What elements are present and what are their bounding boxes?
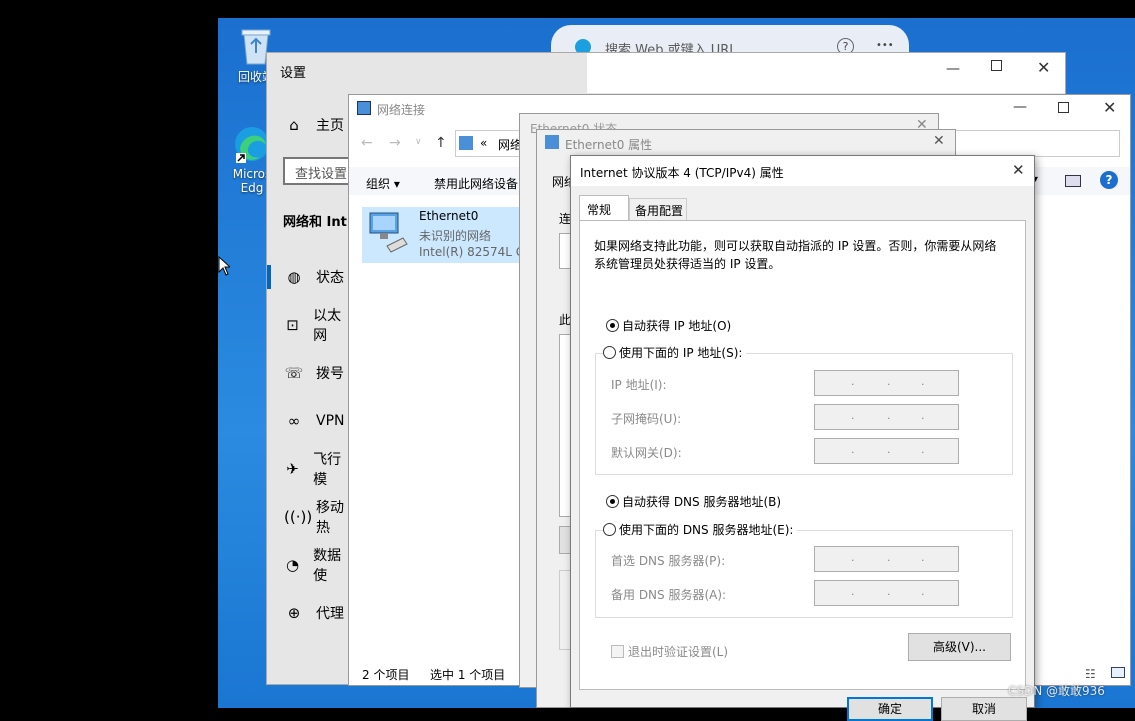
- radio-manual-ip[interactable]: 使用下面的 IP 地址(S):: [603, 344, 747, 361]
- tab-alternate[interactable]: 备用配置: [629, 198, 687, 221]
- ip-address-label: IP 地址(I):: [611, 378, 667, 392]
- dialup-icon: ☏: [284, 364, 304, 382]
- settings-search-input[interactable]: 查找设置: [283, 157, 353, 185]
- recent-dropdown-icon[interactable]: ∨: [415, 137, 422, 147]
- adapter-device: Intel(R) 82574L Gi: [419, 245, 529, 259]
- nav-data-usage[interactable]: ◔ 数据使: [267, 548, 349, 584]
- globe-icon: ◍: [287, 268, 301, 286]
- nav-status[interactable]: ◍ 状态: [267, 265, 349, 289]
- alternate-dns-label: 备用 DNS 服务器(A):: [611, 588, 727, 602]
- tab-general[interactable]: 常规: [579, 195, 629, 221]
- radio-manual-ip-label: 使用下面的 IP 地址(S):: [619, 346, 743, 360]
- help-icon[interactable]: ?: [1100, 171, 1118, 189]
- home-icon: ⌂: [289, 116, 299, 134]
- nav-vpn-label: VPN: [316, 413, 345, 429]
- radio-auto-dns[interactable]: 自动获得 DNS 服务器地址(B): [606, 493, 781, 510]
- disable-device-button[interactable]: 禁用此网络设备: [434, 175, 518, 192]
- settings-title: 设置: [280, 66, 307, 81]
- default-gateway-input[interactable]: ...: [814, 438, 959, 464]
- ethprops-close-icon[interactable]: ✕: [933, 133, 945, 149]
- nav-hotspot-label: 移动热: [316, 500, 344, 536]
- adapter-name: Ethernet0: [419, 209, 479, 223]
- ipv4-description: 如果网络支持此功能，则可以获取自动指派的 IP 设置。否则，你需要从网络系统管理…: [594, 239, 997, 271]
- minimize-icon[interactable]: —: [946, 61, 960, 77]
- proxy-globe-icon: ⊕: [287, 604, 301, 622]
- nav-ethernet-label: 以太网: [313, 308, 342, 344]
- advanced-button[interactable]: 高级(V)...: [908, 633, 1011, 661]
- nav-proxy[interactable]: ⊕ 代理: [267, 601, 349, 625]
- preferred-dns-label: 首选 DNS 服务器(P):: [611, 554, 726, 568]
- status-selected-count: 选中 1 个项目: [430, 668, 506, 682]
- netconn-title: 网络连接: [377, 103, 426, 117]
- radio-auto-ip[interactable]: 自动获得 IP 地址(O): [606, 317, 731, 334]
- radio-manual-dns-label: 使用下面的 DNS 服务器地址(E):: [619, 523, 794, 537]
- status-item-count: 2 个项目: [362, 668, 410, 682]
- up-arrow-icon[interactable]: ↑: [435, 135, 447, 151]
- nav-status-label: 状态: [316, 270, 344, 286]
- network-adapter-icon: [367, 210, 409, 253]
- hotspot-icon: ((·)): [284, 508, 313, 526]
- address-network-icon: [459, 136, 473, 150]
- settings-section-title: 网络和 Int: [283, 215, 347, 230]
- ipv4-close-icon[interactable]: ✕: [1012, 161, 1025, 179]
- radio-manual-ip-indicator: [603, 346, 616, 359]
- organize-menu[interactable]: 组织 ▾: [366, 175, 400, 192]
- general-tab-panel: 如果网络支持此功能，则可以获取自动指派的 IP 设置。否则，你需要从网络系统管理…: [579, 220, 1026, 690]
- adapter-item-ethernet0[interactable]: Ethernet0 未识别的网络 Intel(R) 82574L Gi: [362, 207, 528, 263]
- ipv4-properties-dialog: Internet 协议版本 4 (TCP/IPv4) 属性 ✕ 常规 备用配置 …: [570, 155, 1035, 721]
- back-arrow-icon[interactable]: ←: [361, 135, 373, 151]
- nav-vpn[interactable]: ∞ VPN: [267, 409, 349, 433]
- radio-auto-dns-label: 自动获得 DNS 服务器地址(B): [622, 495, 782, 509]
- nav-home-label: 主页: [316, 118, 344, 134]
- ethprops-title: Ethernet0 属性: [565, 138, 653, 152]
- nav-dialup-label: 拨号: [316, 366, 344, 382]
- mouse-cursor-icon: [218, 255, 232, 279]
- validate-settings-label: 退出时验证设置(L): [628, 645, 729, 659]
- ethprops-network-icon: [545, 135, 559, 149]
- nav-dialup[interactable]: ☏ 拨号: [267, 361, 349, 385]
- radio-auto-ip-indicator: [606, 319, 619, 332]
- cancel-button[interactable]: 取消: [941, 697, 1027, 721]
- radio-manual-dns-indicator: [603, 523, 616, 536]
- ok-button[interactable]: 确定: [847, 697, 933, 721]
- ipv4-title: Internet 协议版本 4 (TCP/IPv4) 属性: [580, 166, 784, 180]
- netconn-maximize-icon[interactable]: [1058, 102, 1069, 113]
- maximize-icon[interactable]: [991, 60, 1002, 71]
- close-icon[interactable]: ✕: [1037, 58, 1050, 77]
- nav-ethernet[interactable]: ⊡ 以太网: [267, 308, 349, 344]
- network-folder-icon: [357, 101, 371, 115]
- airplane-icon: ✈: [286, 460, 299, 478]
- nav-data-usage-label: 数据使: [313, 548, 342, 584]
- address-prefix: «: [480, 136, 488, 150]
- ip-address-input[interactable]: ...: [814, 370, 959, 396]
- validate-checkbox-box: [611, 645, 624, 658]
- forward-arrow-icon[interactable]: →: [389, 135, 401, 151]
- nav-airplane[interactable]: ✈ 飞行模: [267, 452, 349, 488]
- ethernet-icon: ⊡: [286, 316, 299, 334]
- nav-home[interactable]: ⌂ 主页: [267, 113, 349, 137]
- radio-manual-dns[interactable]: 使用下面的 DNS 服务器地址(E):: [603, 521, 798, 538]
- subnet-mask-label: 子网掩码(U):: [611, 412, 682, 426]
- nav-airplane-label: 飞行模: [313, 452, 342, 488]
- netconn-minimize-icon[interactable]: —: [1013, 99, 1027, 115]
- details-view-icon[interactable]: ☷: [1085, 667, 1096, 681]
- data-usage-icon: ◔: [286, 556, 300, 574]
- validate-settings-checkbox[interactable]: 退出时验证设置(L): [611, 643, 728, 660]
- large-icons-view-icon[interactable]: [1111, 667, 1125, 678]
- nav-hotspot[interactable]: ((·)) 移动热: [267, 500, 349, 536]
- default-gateway-label: 默认网关(D):: [611, 446, 682, 460]
- more-icon[interactable]: •••: [876, 40, 894, 51]
- adapter-status: 未识别的网络: [419, 229, 492, 243]
- netconn-close-icon[interactable]: ✕: [1103, 98, 1116, 117]
- nav-proxy-label: 代理: [316, 606, 344, 622]
- preferred-dns-input[interactable]: ...: [814, 546, 959, 572]
- vpn-icon: ∞: [287, 412, 301, 430]
- radio-auto-dns-indicator: [606, 495, 619, 508]
- settings-titlebar-right: [587, 53, 1065, 93]
- alternate-dns-input[interactable]: ...: [814, 580, 959, 606]
- subnet-mask-input[interactable]: ...: [814, 404, 959, 430]
- preview-pane-icon[interactable]: [1065, 175, 1081, 187]
- watermark: CSDN @敢敢936: [1008, 684, 1105, 698]
- radio-auto-ip-label: 自动获得 IP 地址(O): [622, 319, 732, 333]
